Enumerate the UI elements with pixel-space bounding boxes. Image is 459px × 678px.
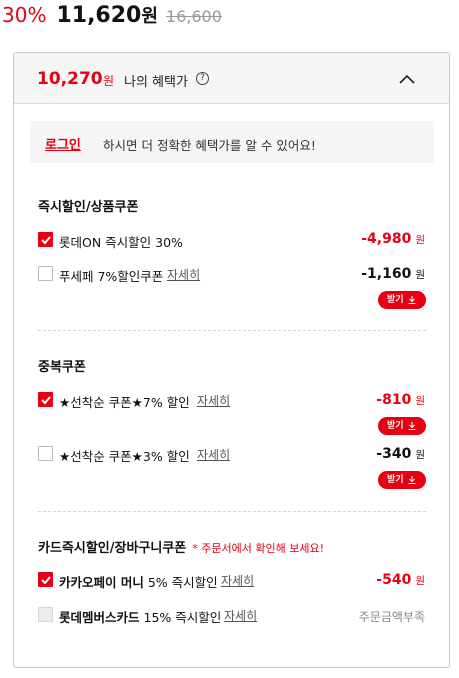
benefit-panel: 10,270 원 나의 혜택가 ? 로그인 하시면 더 정확한 혜택가를 알 수… bbox=[13, 52, 450, 668]
login-notice-message: 하시면 더 정확한 혜택가를 알 수 있어요! bbox=[103, 138, 316, 153]
card-discount-rate: 15% 즉시할인 bbox=[143, 610, 222, 625]
coupon-amount: -4,980 원 bbox=[361, 231, 425, 247]
coupon-amount: -540 원 bbox=[376, 572, 425, 588]
coupon-name: 롯데ON 즉시할인 30% bbox=[59, 235, 183, 250]
section-title-stack: 중복쿠폰 bbox=[38, 360, 86, 375]
amount-unit: 원 bbox=[415, 395, 425, 407]
download-coupon-button[interactable]: 받기 bbox=[378, 417, 426, 435]
detail-link[interactable]: 자세히 bbox=[221, 572, 254, 589]
coupon-name: 푸세페 7%할인쿠폰 bbox=[59, 269, 164, 284]
checkbox-pusepe-coupon[interactable] bbox=[38, 266, 53, 281]
section-title-instant: 즉시할인/상품쿠폰 bbox=[38, 200, 139, 215]
checkbox-lotteon-instant[interactable] bbox=[38, 232, 53, 247]
collapse-button[interactable] bbox=[394, 66, 420, 92]
section-title-card: 카드즉시할인/장바구니쿠폰 * 주문서에서 확인해 보세요! bbox=[38, 537, 324, 556]
my-benefit-price-currency: 원 bbox=[103, 74, 115, 88]
card-discount-rate: 5% 즉시할인 bbox=[147, 575, 218, 590]
detail-link[interactable]: 자세히 bbox=[167, 266, 200, 283]
check-icon bbox=[41, 576, 51, 585]
download-icon bbox=[408, 476, 416, 485]
insufficient-amount-status: 주문금액부족 bbox=[358, 610, 425, 624]
login-link[interactable]: 로그인 bbox=[45, 134, 81, 153]
original-price: 16,600 bbox=[165, 7, 222, 26]
amount-value: -810 bbox=[376, 392, 412, 408]
help-icon[interactable]: ? bbox=[196, 72, 209, 85]
section-title-card-text: 카드즉시할인/장바구니쿠폰 bbox=[38, 541, 187, 556]
download-button-label: 받기 bbox=[387, 421, 404, 431]
download-button-label: 받기 bbox=[387, 295, 404, 305]
benefit-panel-header[interactable]: 10,270 원 나의 혜택가 ? bbox=[14, 53, 449, 104]
my-benefit-price: 10,270 bbox=[37, 69, 103, 89]
amount-unit: 원 bbox=[415, 575, 425, 587]
checkbox-firstcome-3[interactable] bbox=[38, 446, 53, 461]
amount-value: -340 bbox=[376, 446, 412, 462]
order-page-note: * 주문서에서 확인해 보세요! bbox=[192, 542, 324, 555]
amount-value: -1,160 bbox=[361, 266, 412, 282]
download-coupon-button[interactable]: 받기 bbox=[378, 471, 426, 489]
section-divider bbox=[38, 511, 426, 512]
card-brand: 롯데멤버스카드 bbox=[59, 610, 140, 625]
login-notice: 로그인 하시면 더 정확한 혜택가를 알 수 있어요! bbox=[30, 121, 434, 163]
amount-unit: 원 bbox=[415, 449, 425, 461]
download-icon bbox=[408, 296, 416, 305]
sale-price-currency: 원 bbox=[141, 6, 158, 27]
card-brand: 카카오페이 머니 bbox=[59, 575, 144, 590]
download-icon bbox=[408, 422, 416, 431]
chevron-up-icon bbox=[399, 74, 415, 84]
amount-value: -4,980 bbox=[361, 231, 412, 247]
coupon-name: ★선착순 쿠폰★7% 할인 bbox=[59, 395, 190, 410]
detail-link[interactable]: 자세히 bbox=[197, 392, 230, 409]
check-icon bbox=[41, 236, 51, 245]
download-coupon-button[interactable]: 받기 bbox=[378, 291, 426, 309]
amount-value: -540 bbox=[376, 572, 412, 588]
my-benefit-label: 나의 혜택가 bbox=[124, 75, 188, 90]
sale-price: 11,620 bbox=[56, 3, 142, 28]
detail-link[interactable]: 자세히 bbox=[224, 607, 257, 624]
detail-link[interactable]: 자세히 bbox=[197, 446, 230, 463]
check-icon bbox=[41, 396, 51, 405]
card-discount-name: 롯데멤버스카드 15% 즉시할인 bbox=[59, 607, 221, 626]
checkbox-lottemembers-card bbox=[38, 607, 53, 622]
checkbox-kakaopay[interactable] bbox=[38, 572, 53, 587]
price-summary: 30% 11,620 원 16,600 bbox=[2, 2, 222, 32]
amount-unit: 원 bbox=[415, 234, 425, 246]
coupon-amount: -810 원 bbox=[376, 392, 425, 408]
discount-rate: 30% bbox=[2, 3, 47, 27]
card-discount-name: 카카오페이 머니 5% 즉시할인 bbox=[59, 572, 218, 591]
checkbox-firstcome-7[interactable] bbox=[38, 392, 53, 407]
amount-unit: 원 bbox=[415, 269, 425, 281]
download-button-label: 받기 bbox=[387, 475, 404, 485]
section-divider bbox=[38, 330, 426, 331]
coupon-amount: -1,160 원 bbox=[361, 266, 425, 282]
coupon-amount: -340 원 bbox=[376, 446, 425, 462]
coupon-name: ★선착순 쿠폰★3% 할인 bbox=[59, 449, 190, 464]
